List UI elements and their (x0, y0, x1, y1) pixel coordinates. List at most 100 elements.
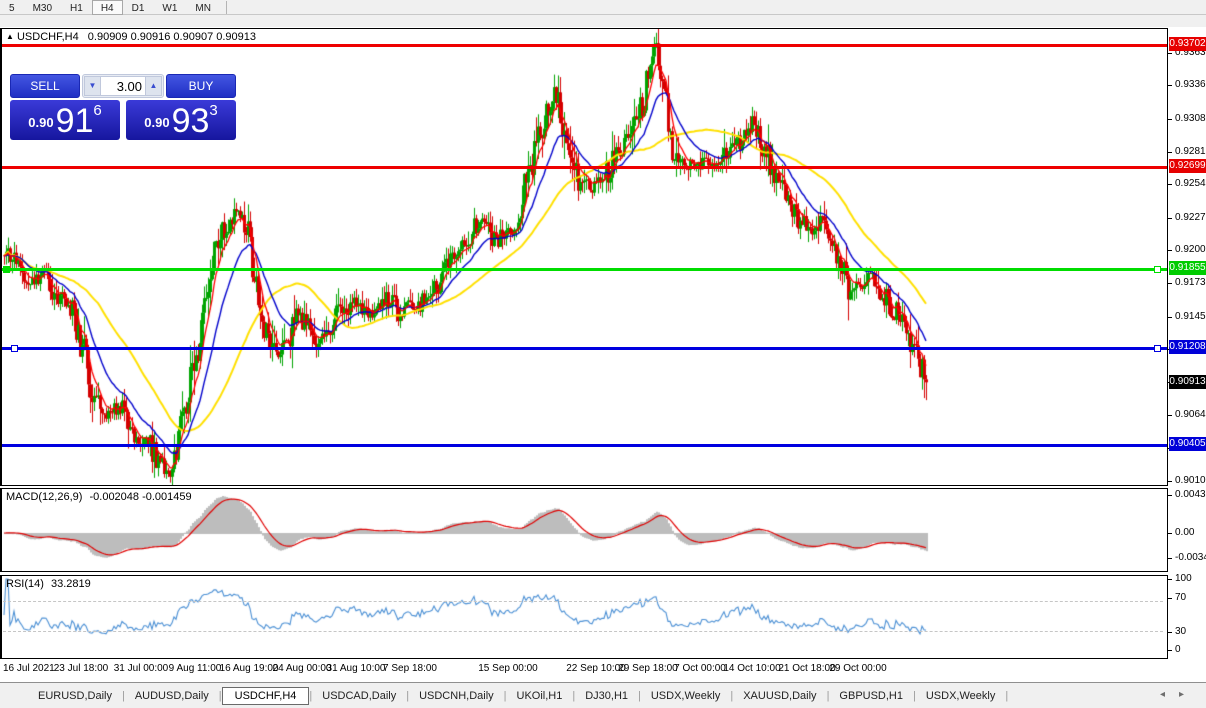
price-axis-tick (1168, 317, 1172, 318)
time-axis-label: 7 Sep 18:00 (383, 663, 437, 674)
sell-price-display[interactable]: 0.90 91 6 (10, 100, 120, 140)
sell-price-prefix: 0.90 (28, 110, 53, 136)
macd-axis-label: 0.00431 (1175, 489, 1206, 500)
line-handle[interactable] (3, 266, 10, 273)
timeframe-button-w1[interactable]: W1 (153, 0, 186, 15)
chart-tab-eurusd-daily[interactable]: EURUSD,Daily (28, 687, 122, 705)
time-axis-label: 9 Aug 11:00 (169, 663, 222, 674)
line-handle[interactable] (1154, 266, 1161, 273)
rsi-value: 33.2819 (51, 578, 91, 590)
buy-price-main: 93 (172, 106, 210, 136)
timeframe-button-5[interactable]: 5 (0, 0, 24, 15)
price-axis-tick-label: 0.91730 (1175, 277, 1206, 288)
volume-spinner: ▼ ▲ (82, 74, 164, 98)
price-axis-tick (1168, 218, 1172, 219)
price-axis-tick (1168, 481, 1172, 482)
macd-values: -0.002048 -0.001459 (89, 491, 191, 503)
rsi-label: RSI(14) (6, 578, 44, 590)
price-axis[interactable]: 0.936300.933600.930850.928150.925450.922… (1168, 0, 1206, 708)
chart-tab-usdx-weekly[interactable]: USDX,Weekly (641, 687, 730, 705)
rsi-axis-tick (1168, 650, 1172, 651)
timeframe-button-d1[interactable]: D1 (123, 0, 154, 15)
chart-header: ▲ USDCHF,H4 0.90909 0.90916 0.90907 0.90… (6, 31, 256, 43)
buy-price-display[interactable]: 0.90 93 3 (126, 100, 236, 140)
chart-tab-usdcad-daily[interactable]: USDCAD,Daily (312, 687, 406, 705)
horizontal-line-0.92699[interactable] (2, 166, 1167, 169)
horizontal-line-0.93702[interactable] (2, 44, 1167, 47)
horizontal-line-0.91208[interactable] (2, 347, 1167, 350)
time-axis-label: 24 Aug 00:00 (273, 663, 332, 674)
chart-tab-usdcnh-daily[interactable]: USDCNH,Daily (409, 687, 504, 705)
price-axis-tick (1168, 283, 1172, 284)
rsi-canvas[interactable] (2, 576, 1167, 658)
horizontal-line-0.90405[interactable] (2, 444, 1167, 447)
sell-button[interactable]: SELL (10, 74, 80, 98)
volume-input[interactable] (101, 76, 145, 96)
macd-panel[interactable]: MACD(12,26,9) -0.002048 -0.001459 (0, 488, 1168, 572)
chart-tab-ukoil-h1[interactable]: UKOil,H1 (507, 687, 573, 705)
price-axis-tick-label: 0.92000 (1175, 244, 1206, 255)
timeframe-button-mn[interactable]: MN (186, 0, 220, 15)
sell-price-main: 91 (56, 106, 94, 136)
price-axis-tick-label: 0.91455 (1175, 311, 1206, 322)
tab-scroll-arrows[interactable]: ◂▸ (1160, 689, 1198, 700)
hline-price-label: 0.93702 (1169, 37, 1206, 51)
buy-button[interactable]: BUY (166, 74, 236, 98)
chart-ohlc-values: 0.90909 0.90916 0.90907 0.90913 (88, 31, 256, 43)
macd-axis-tick (1168, 558, 1172, 559)
rsi-panel[interactable]: RSI(14) 33.2819 (0, 575, 1168, 659)
horizontal-line-0.91855[interactable] (2, 268, 1167, 271)
one-click-trading-panel: SELL ▼ ▲ BUY 0.90 91 6 0.90 93 3 (10, 74, 236, 140)
price-axis-tick (1168, 152, 1172, 153)
collapse-icon[interactable]: ▲ (6, 32, 14, 41)
timeframe-toolbar: 5M30H1H4D1W1MN (0, 0, 1206, 27)
price-axis-tick (1168, 53, 1172, 54)
volume-decrease-button[interactable]: ▼ (84, 76, 101, 96)
volume-increase-button[interactable]: ▲ (145, 76, 162, 96)
chart-tab-xauusd-daily[interactable]: XAUUSD,Daily (733, 687, 826, 705)
price-axis-tick-label: 0.90100 (1175, 475, 1206, 486)
price-axis-tick (1168, 85, 1172, 86)
chart-tab-gbpusd-h1[interactable]: GBPUSD,H1 (829, 687, 913, 705)
chart-symbol-label: USDCHF,H4 (17, 31, 79, 43)
price-axis-tick-label: 0.92815 (1175, 146, 1206, 157)
time-axis-label: 31 Aug 10:00 (327, 663, 386, 674)
timeframe-button-h1[interactable]: H1 (61, 0, 92, 15)
price-axis-tick-label: 0.90640 (1175, 409, 1206, 420)
hline-price-label: 0.91208 (1169, 340, 1206, 354)
buy-price-prefix: 0.90 (144, 110, 169, 136)
time-axis[interactable]: 16 Jul 202123 Jul 18:0031 Jul 00:009 Aug… (0, 661, 1168, 679)
tab-separator: | (1005, 690, 1008, 702)
price-chart-panel[interactable]: ▲ USDCHF,H4 0.90909 0.90916 0.90907 0.90… (0, 28, 1168, 486)
price-axis-tick (1168, 250, 1172, 251)
price-axis-tick (1168, 184, 1172, 185)
time-axis-label: 29 Sep 18:00 (618, 663, 678, 674)
macd-header: MACD(12,26,9) -0.002048 -0.001459 (6, 491, 192, 503)
time-axis-label: 16 Aug 19:00 (220, 663, 279, 674)
chart-tab-usdchf-h4[interactable]: USDCHF,H4 (222, 687, 310, 705)
rsi-axis-tick (1168, 579, 1172, 580)
rsi-header: RSI(14) 33.2819 (6, 578, 91, 590)
timeframe-button-h4[interactable]: H4 (92, 0, 123, 15)
line-handle[interactable] (11, 345, 18, 352)
timeframe-button-m30[interactable]: M30 (24, 0, 61, 15)
rsi-level-70-line (3, 601, 1163, 602)
chart-tab-usdx-weekly[interactable]: USDX,Weekly (916, 687, 1005, 705)
hline-price-label: 0.92699 (1169, 159, 1206, 173)
chart-tab-dj30-h1[interactable]: DJ30,H1 (575, 687, 638, 705)
macd-axis-label: 0.00 (1175, 527, 1194, 538)
hline-price-label: 0.90405 (1169, 437, 1206, 451)
line-handle[interactable] (1154, 345, 1161, 352)
rsi-level-30-line (3, 631, 1163, 632)
macd-axis-tick (1168, 533, 1172, 534)
time-axis-label: 14 Oct 10:00 (723, 663, 780, 674)
chart-tab-audusd-daily[interactable]: AUDUSD,Daily (125, 687, 219, 705)
mt4-terminal: 5M30H1H4D1W1MN ▲ USDCHF,H4 0.90909 0.909… (0, 0, 1206, 708)
rsi-axis-label: 100 (1175, 573, 1192, 584)
time-axis-label: 21 Oct 18:00 (778, 663, 835, 674)
macd-axis-tick (1168, 495, 1172, 496)
rsi-axis-label: 0 (1175, 644, 1181, 655)
price-axis-tick (1168, 415, 1172, 416)
price-axis-tick-label: 0.93360 (1175, 79, 1206, 90)
time-axis-label: 16 Jul 2021 (3, 663, 55, 674)
